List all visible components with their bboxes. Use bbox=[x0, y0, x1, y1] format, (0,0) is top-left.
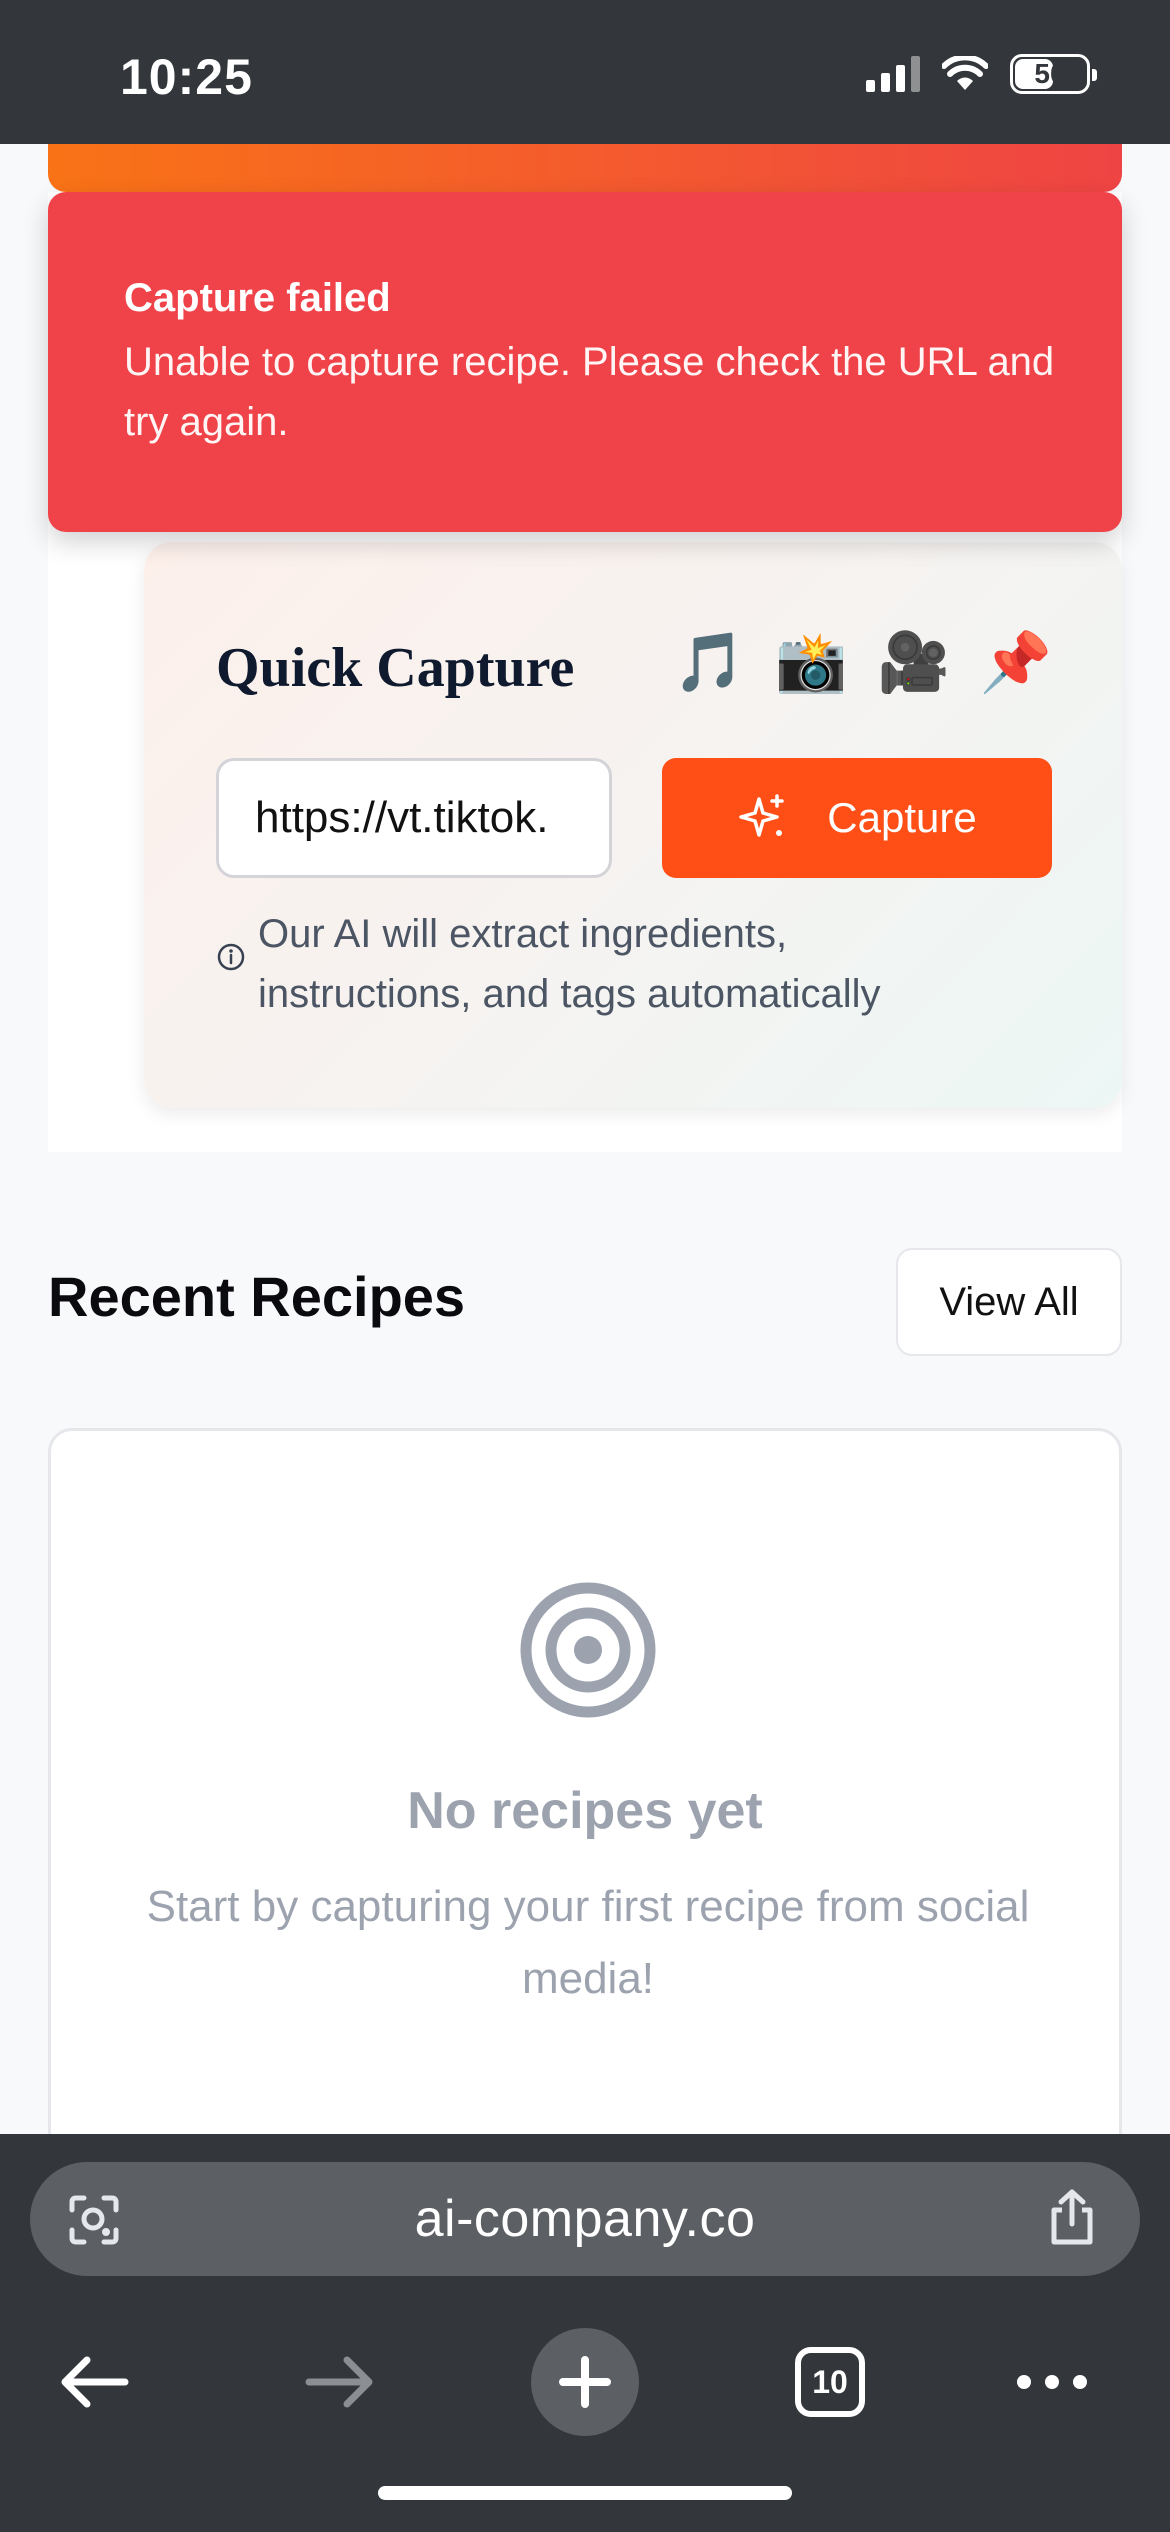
address-bar[interactable]: ai-company.co bbox=[30, 2162, 1140, 2276]
info-icon bbox=[217, 943, 245, 971]
tab-count: 10 bbox=[795, 2347, 865, 2417]
lens-search-icon[interactable] bbox=[66, 2192, 122, 2248]
capture-button[interactable]: Capture bbox=[662, 758, 1052, 878]
quick-capture-card: Quick Capture 🎵 📸 🎥 📌 Capture bbox=[144, 542, 1122, 1108]
status-bar: 10:25 50 bbox=[0, 0, 1170, 144]
cellular-signal-icon bbox=[866, 56, 920, 92]
forward-arrow-icon bbox=[305, 2356, 373, 2408]
forward-button[interactable] bbox=[280, 2322, 400, 2442]
battery-level: 50 bbox=[1034, 58, 1066, 89]
home-indicator bbox=[378, 2486, 792, 2500]
music-note-icon: 🎵 bbox=[673, 630, 746, 695]
target-icon bbox=[520, 1582, 656, 1718]
view-all-button[interactable]: View All bbox=[896, 1248, 1122, 1356]
browser-nav-row: 10 bbox=[0, 2322, 1170, 2454]
empty-state-description: Start by capturing your first recipe fro… bbox=[146, 1882, 1030, 2003]
more-menu-button[interactable] bbox=[992, 2322, 1112, 2442]
error-toast[interactable]: Capture failed Unable to capture recipe.… bbox=[48, 192, 1122, 532]
empty-state-title: No recipes yet bbox=[407, 1782, 763, 1840]
recipe-url-input[interactable] bbox=[216, 758, 612, 878]
plus-icon bbox=[531, 2328, 639, 2436]
header-gradient-strip bbox=[48, 144, 1122, 192]
share-icon[interactable] bbox=[1044, 2188, 1100, 2248]
battery-icon: 50 bbox=[1010, 54, 1097, 94]
sparkles-icon bbox=[739, 794, 785, 837]
tabs-button[interactable]: 10 bbox=[770, 2322, 890, 2442]
back-button[interactable] bbox=[34, 2322, 154, 2442]
capture-hint: Our AI will extract ingredients, instruc… bbox=[216, 904, 956, 1024]
empty-state-card: No recipes yet Start by capturing your f… bbox=[48, 1428, 1122, 2134]
quick-capture-title: Quick Capture bbox=[216, 637, 575, 699]
browser-toolbar: ai-company.co 10 bbox=[0, 2134, 1170, 2532]
camera-flash-icon: 📸 bbox=[775, 630, 848, 695]
movie-camera-icon: 🎥 bbox=[877, 630, 950, 695]
capture-button-label: Capture bbox=[827, 794, 977, 841]
platform-emojis: 🎵 📸 🎥 📌 bbox=[673, 634, 1052, 692]
status-icons: 50 bbox=[866, 54, 1097, 94]
address-bar-url: ai-company.co bbox=[414, 2190, 756, 2248]
status-time: 10:25 bbox=[120, 49, 253, 105]
toast-title: Capture failed bbox=[124, 276, 391, 320]
capture-hint-text: Our AI will extract ingredients, instruc… bbox=[258, 912, 881, 1016]
more-dots-icon bbox=[1017, 2375, 1087, 2389]
back-arrow-icon bbox=[61, 2356, 129, 2408]
toast-message: Unable to capture recipe. Please check t… bbox=[124, 340, 1055, 444]
pushpin-icon: 📌 bbox=[979, 630, 1052, 695]
recent-recipes-heading: Recent Recipes bbox=[48, 1265, 466, 1328]
page-content: Quick Capture 🎵 📸 🎥 📌 Capture bbox=[0, 144, 1170, 2134]
wifi-icon bbox=[942, 56, 988, 90]
new-tab-button[interactable] bbox=[525, 2322, 645, 2442]
